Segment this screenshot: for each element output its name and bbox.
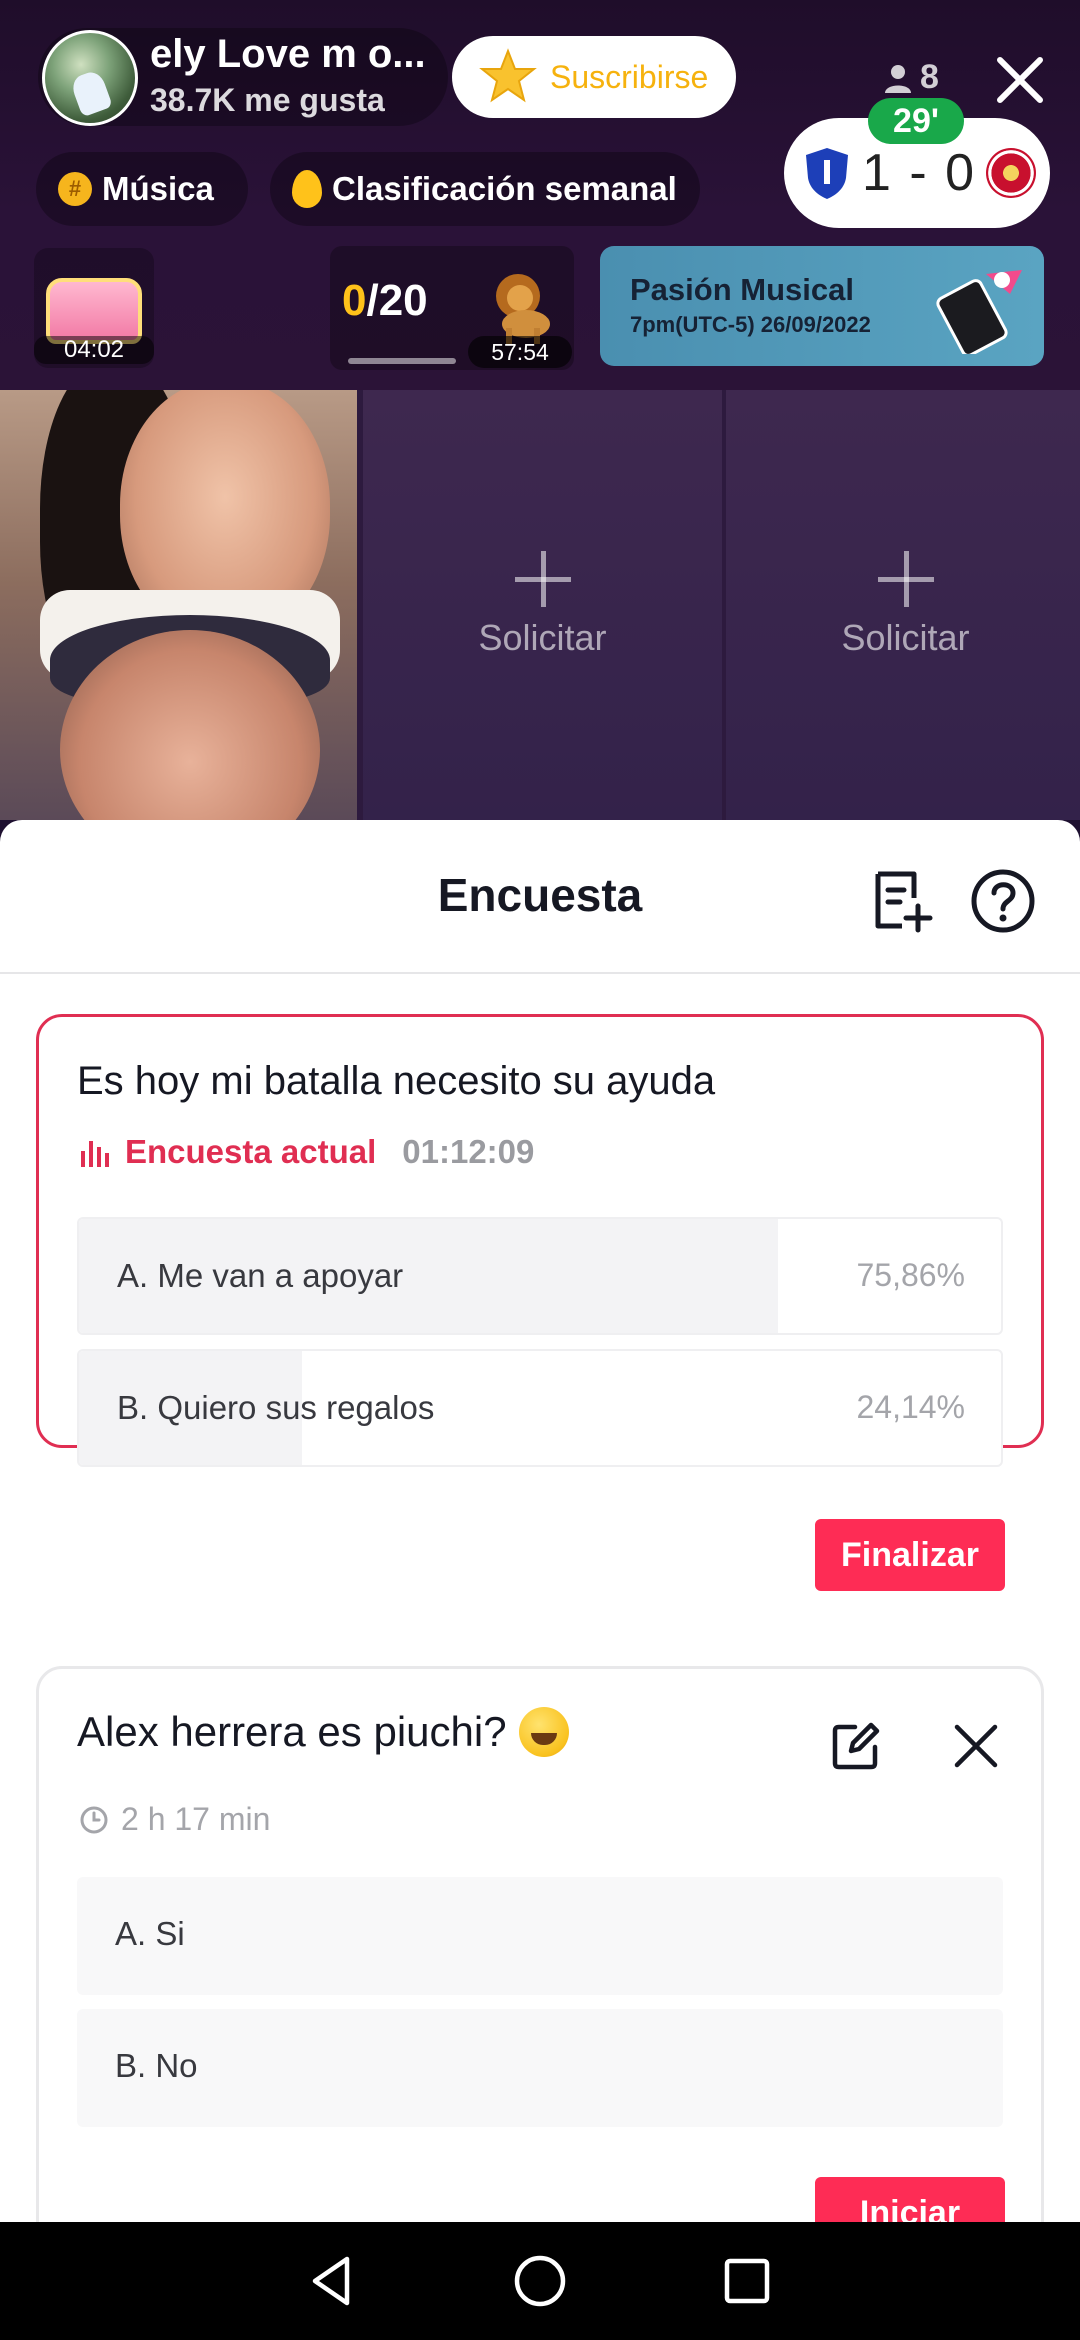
person-icon (885, 64, 911, 93)
star-icon (479, 48, 537, 103)
plus-icon (877, 551, 934, 607)
phone-music-icon (936, 270, 1022, 354)
poll-status: Encuesta actual 01:12:09 (79, 1133, 534, 1171)
category-chip-music[interactable]: # Música (36, 152, 248, 226)
draft-poll-duration: 2 h 17 min (79, 1801, 270, 1838)
viewer-count[interactable]: 8 (884, 58, 939, 97)
chest-timer: 04:02 (34, 336, 154, 364)
host-avatar[interactable] (42, 30, 138, 126)
chest-icon (46, 278, 142, 344)
subscribe-label: Suscribirse (550, 58, 709, 95)
host-likes: 38.7K me gusta (150, 82, 385, 118)
home-icon[interactable] (508, 2249, 572, 2313)
system-nav-bar (0, 2222, 1080, 2340)
finish-poll-button[interactable]: Finalizar (815, 1519, 1005, 1591)
event-banner[interactable]: Pasión Musical 7pm(UTC-5) 26/09/2022 (600, 246, 1044, 366)
request-slot-1[interactable]: Solicitar (363, 390, 722, 820)
draft-poll-duration-value: 2 h 17 min (121, 1801, 271, 1837)
goal-timer: 57:54 (468, 336, 572, 368)
bar-chart-icon (81, 1141, 109, 1167)
poll-list-add-icon[interactable] (868, 868, 934, 934)
edit-icon[interactable] (829, 1719, 883, 1773)
poll-status-label: Encuesta actual (125, 1133, 377, 1170)
poll-option-b-percent: 24,14% (856, 1389, 965, 1425)
goal-progress-bar (348, 358, 456, 364)
help-icon[interactable] (970, 868, 1036, 934)
chip-music-label: Música (102, 170, 214, 207)
hashtag-icon: # (58, 172, 92, 206)
event-subtitle: 7pm(UTC-5) 26/09/2022 (630, 312, 871, 337)
goal-current: 0 (342, 276, 367, 325)
goal-count: 0/20 (342, 276, 428, 326)
poll-question: Es hoy mi batalla necesito su ayuda (77, 1059, 716, 1103)
draft-option-b: B. No (77, 2009, 1003, 2127)
poll-option-b-label: B. Quiero sus regalos (117, 1389, 435, 1426)
request-slot-2[interactable]: Solicitar (726, 390, 1080, 820)
active-poll-card: Es hoy mi batalla necesito su ayuda Encu… (36, 1014, 1044, 1591)
flame-icon (292, 170, 322, 208)
chip-ranking-label: Clasificación semanal (332, 170, 677, 207)
team-crest-icon (986, 148, 1037, 198)
host-video-tile[interactable] (0, 390, 357, 820)
request-slot-label: Solicitar (478, 617, 607, 658)
plus-icon (514, 551, 571, 607)
recent-apps-icon[interactable] (715, 2249, 779, 2313)
gift-goal[interactable]: 0/20 57:54 (330, 246, 574, 370)
shield-icon (806, 148, 848, 199)
laughing-emoji-icon (518, 1707, 569, 1757)
viewer-count-value: 8 (920, 58, 939, 96)
draft-poll-question: Alex herrera es piuchi? (77, 1708, 507, 1755)
host-name[interactable]: ely Love m o... (150, 32, 426, 77)
draft-option-b-label: B. No (115, 2047, 198, 2084)
treasure-chest[interactable]: 04:02 (34, 248, 154, 368)
back-icon[interactable] (301, 2249, 365, 2313)
match-score: 1 - 0 (862, 144, 977, 202)
poll-option-a: A. Me van a apoyar 75,86% (77, 1217, 1003, 1335)
clock-icon (80, 1806, 108, 1833)
sheet-header: Encuesta (0, 820, 1080, 974)
poll-sheet: Encuesta Es hoy mi batalla necesito su a… (0, 820, 1080, 2222)
weekly-ranking-chip[interactable]: Clasificación semanal (270, 152, 700, 226)
draft-option-a-label: A. Si (115, 1915, 185, 1952)
guest-grid: Solicitar Solicitar (0, 390, 1080, 820)
draft-poll-card: Alex herrera es piuchi? 2 h 17 min A. Si… (36, 1666, 1044, 2222)
start-poll-button[interactable]: Iniciar (815, 2177, 1005, 2222)
close-icon[interactable] (990, 50, 1050, 110)
draft-option-a: A. Si (77, 1877, 1003, 1995)
poll-option-a-percent: 75,86% (856, 1257, 965, 1293)
poll-time-left: 01:12:09 (402, 1133, 535, 1170)
lion-icon (496, 274, 550, 344)
poll-option-a-label: A. Me van a apoyar (117, 1257, 404, 1294)
match-minute: 29' (868, 98, 964, 144)
request-slot-label: Solicitar (841, 617, 970, 658)
poll-option-b: B. Quiero sus regalos 24,14% (77, 1349, 1003, 1467)
goal-total: /20 (366, 276, 428, 325)
live-header: ely Love m o... 38.7K me gusta Suscribir… (0, 0, 1080, 390)
draft-poll-question-row: Alex herrera es piuchi? (77, 1707, 569, 1757)
event-title: Pasión Musical (630, 272, 854, 307)
subscribe-button[interactable]: Suscribirse (452, 36, 736, 118)
close-icon[interactable] (949, 1719, 1003, 1773)
